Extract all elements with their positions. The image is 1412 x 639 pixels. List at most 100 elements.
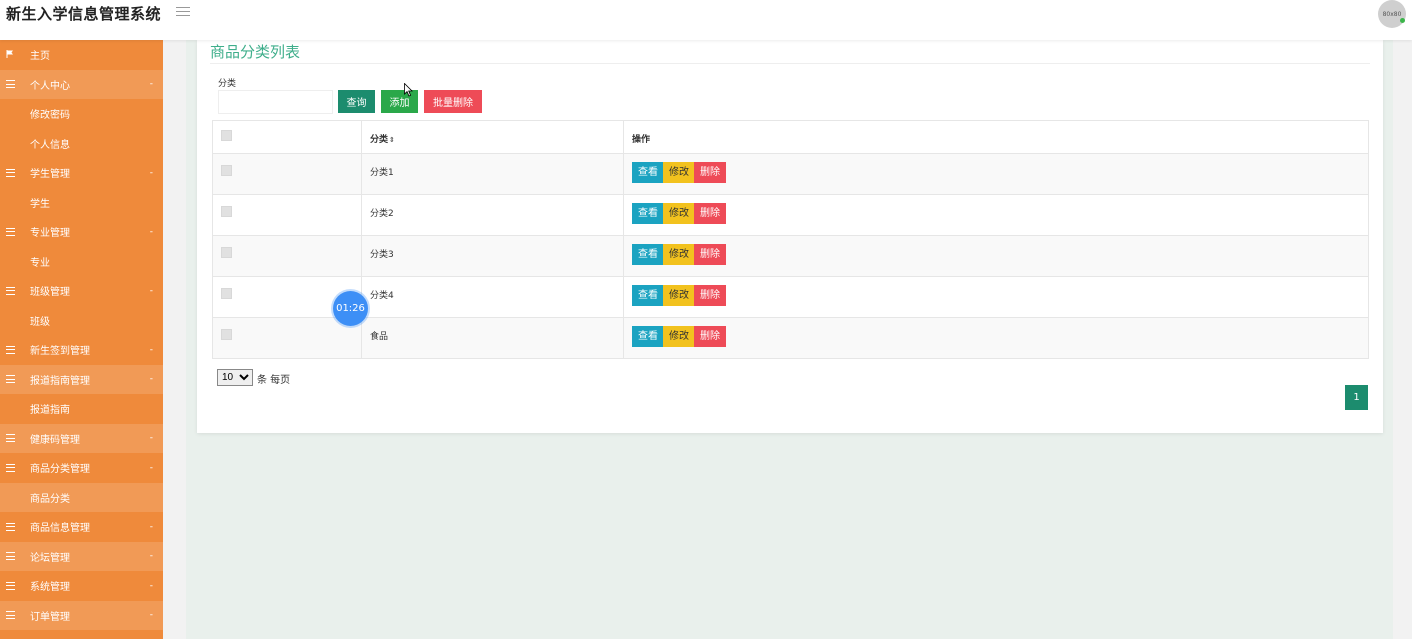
sidebar-item-7[interactable]: 专业 <box>0 246 163 276</box>
category-name: 分类2 <box>370 209 394 219</box>
collapse-arrow-icon: - <box>149 551 153 562</box>
sidebar-item-label: 主页 <box>30 51 50 63</box>
recording-timer-bubble[interactable]: 01:26 <box>333 291 368 326</box>
row-check-cell <box>212 235 362 277</box>
sidebar-item-label: 班级管理 <box>30 287 70 299</box>
sidebar-item-12[interactable]: 报道指南 <box>0 394 163 424</box>
delete-button[interactable]: 删除 <box>694 326 726 347</box>
category-header[interactable]: 分类⇕ <box>361 120 624 154</box>
delete-button[interactable]: 删除 <box>694 285 726 306</box>
table-row: 分类2 查看 修改 删除 <box>212 194 1369 236</box>
row-checkbox[interactable] <box>221 165 232 176</box>
sidebar-item-label: 专业管理 <box>30 228 70 240</box>
actions-cell: 查看 修改 删除 <box>623 194 1369 236</box>
row-check-cell <box>212 194 362 236</box>
sort-icon[interactable]: ⇕ <box>389 136 395 144</box>
sidebar-item-9[interactable]: 班级 <box>0 305 163 335</box>
sidebar-item-label: 商品信息管理 <box>30 523 90 535</box>
actions-header-label: 操作 <box>632 135 651 145</box>
delete-button[interactable]: 删除 <box>694 203 726 224</box>
sidebar-item-14[interactable]: 商品分类管理 - <box>0 453 163 483</box>
category-cell: 分类2 <box>361 194 624 236</box>
filter-label: 分类 <box>218 79 237 89</box>
sidebar-item-16[interactable]: 商品信息管理 - <box>0 512 163 542</box>
content-background: 商品分类列表 分类 查询 添加 批量删除 分类⇕ 操作 分类1 查看 修改 删除… <box>186 40 1393 639</box>
sidebar-item-0[interactable]: 主页 <box>0 40 163 70</box>
sidebar-item-19[interactable]: 订单管理 - <box>0 600 163 630</box>
sidebar-item-18[interactable]: 系统管理 - <box>0 571 163 601</box>
sidebar-item-1[interactable]: 个人中心 - <box>0 69 163 99</box>
collapse-arrow-icon: - <box>149 521 153 532</box>
category-cell: 分类3 <box>361 235 624 277</box>
sidebar-item-label: 专业 <box>30 257 50 269</box>
sidebar-item-6[interactable]: 专业管理 - <box>0 217 163 247</box>
actions-cell: 查看 修改 删除 <box>623 235 1369 277</box>
sidebar-item-label: 订单管理 <box>30 611 70 623</box>
actions-cell: 查看 修改 删除 <box>623 317 1369 359</box>
table-row: 分类1 查看 修改 删除 <box>212 153 1369 195</box>
mouse-cursor-icon <box>404 83 413 97</box>
category-header-label: 分类 <box>370 135 389 145</box>
sidebar: 主页 个人中心 - 修改密码 个人信息 学生管理 - 学生 专业管理 - 专业 班级管理 - 班级 新生签到… <box>0 40 163 639</box>
list-icon <box>6 522 15 531</box>
sidebar-item-8[interactable]: 班级管理 - <box>0 276 163 306</box>
sidebar-item-11[interactable]: 报道指南管理 - <box>0 364 163 394</box>
view-button[interactable]: 查看 <box>632 326 664 347</box>
select-all-cell <box>212 120 362 154</box>
sidebar-item-5[interactable]: 学生 <box>0 187 163 217</box>
list-icon <box>6 434 15 443</box>
category-name: 分类3 <box>370 250 394 260</box>
sidebar-item-2[interactable]: 修改密码 <box>0 99 163 129</box>
query-button[interactable]: 查询 <box>338 90 375 113</box>
list-icon <box>6 227 15 236</box>
list-icon <box>6 168 15 177</box>
category-name: 食品 <box>370 332 389 342</box>
actions-header: 操作 <box>623 120 1369 154</box>
collapse-arrow-icon: - <box>149 79 153 90</box>
row-checkbox[interactable] <box>221 288 232 299</box>
sidebar-item-label: 修改密码 <box>30 110 70 122</box>
sidebar-item-label: 系统管理 <box>30 582 70 594</box>
collapse-arrow-icon: - <box>149 374 153 385</box>
collapse-arrow-icon: - <box>149 610 153 621</box>
sidebar-item-10[interactable]: 新生签到管理 - <box>0 335 163 365</box>
view-button[interactable]: 查看 <box>632 203 664 224</box>
edit-button[interactable]: 修改 <box>663 244 695 265</box>
view-button[interactable]: 查看 <box>632 244 664 265</box>
category-search-input[interactable] <box>218 90 333 114</box>
edit-button[interactable]: 修改 <box>663 326 695 347</box>
collapse-arrow-icon: - <box>149 433 153 444</box>
list-icon <box>6 286 15 295</box>
row-check-cell <box>212 153 362 195</box>
delete-button[interactable]: 删除 <box>694 162 726 183</box>
sidebar-item-3[interactable]: 个人信息 <box>0 128 163 158</box>
select-all-checkbox[interactable] <box>221 130 232 141</box>
page-size-select[interactable]: 10 <box>217 369 253 386</box>
sidebar-item-label: 学生管理 <box>30 169 70 181</box>
category-cell: 分类4 <box>361 276 624 318</box>
sidebar-item-13[interactable]: 健康码管理 - <box>0 423 163 453</box>
list-icon <box>6 552 15 561</box>
row-checkbox[interactable] <box>221 329 232 340</box>
view-button[interactable]: 查看 <box>632 285 664 306</box>
edit-button[interactable]: 修改 <box>663 162 695 183</box>
collapse-arrow-icon: - <box>149 226 153 237</box>
page-number-button[interactable]: 1 <box>1345 385 1368 410</box>
edit-button[interactable]: 修改 <box>663 285 695 306</box>
collapse-arrow-icon: - <box>149 167 153 178</box>
menu-toggle-icon[interactable] <box>176 7 190 17</box>
page-size-suffix: 条 每页 <box>257 375 291 386</box>
sidebar-item-4[interactable]: 学生管理 - <box>0 158 163 188</box>
row-checkbox[interactable] <box>221 247 232 258</box>
edit-button[interactable]: 修改 <box>663 203 695 224</box>
sidebar-item-17[interactable]: 论坛管理 - <box>0 541 163 571</box>
sidebar-item-label: 健康码管理 <box>30 434 80 446</box>
batch-delete-button[interactable]: 批量删除 <box>424 90 482 113</box>
avatar[interactable]: 80x80 <box>1378 0 1406 28</box>
collapse-arrow-icon: - <box>149 462 153 473</box>
view-button[interactable]: 查看 <box>632 162 664 183</box>
row-checkbox[interactable] <box>221 206 232 217</box>
sidebar-item-15[interactable]: 商品分类 <box>0 482 163 512</box>
category-list-card: 商品分类列表 分类 查询 添加 批量删除 分类⇕ 操作 分类1 查看 修改 删除… <box>197 40 1383 433</box>
delete-button[interactable]: 删除 <box>694 244 726 265</box>
